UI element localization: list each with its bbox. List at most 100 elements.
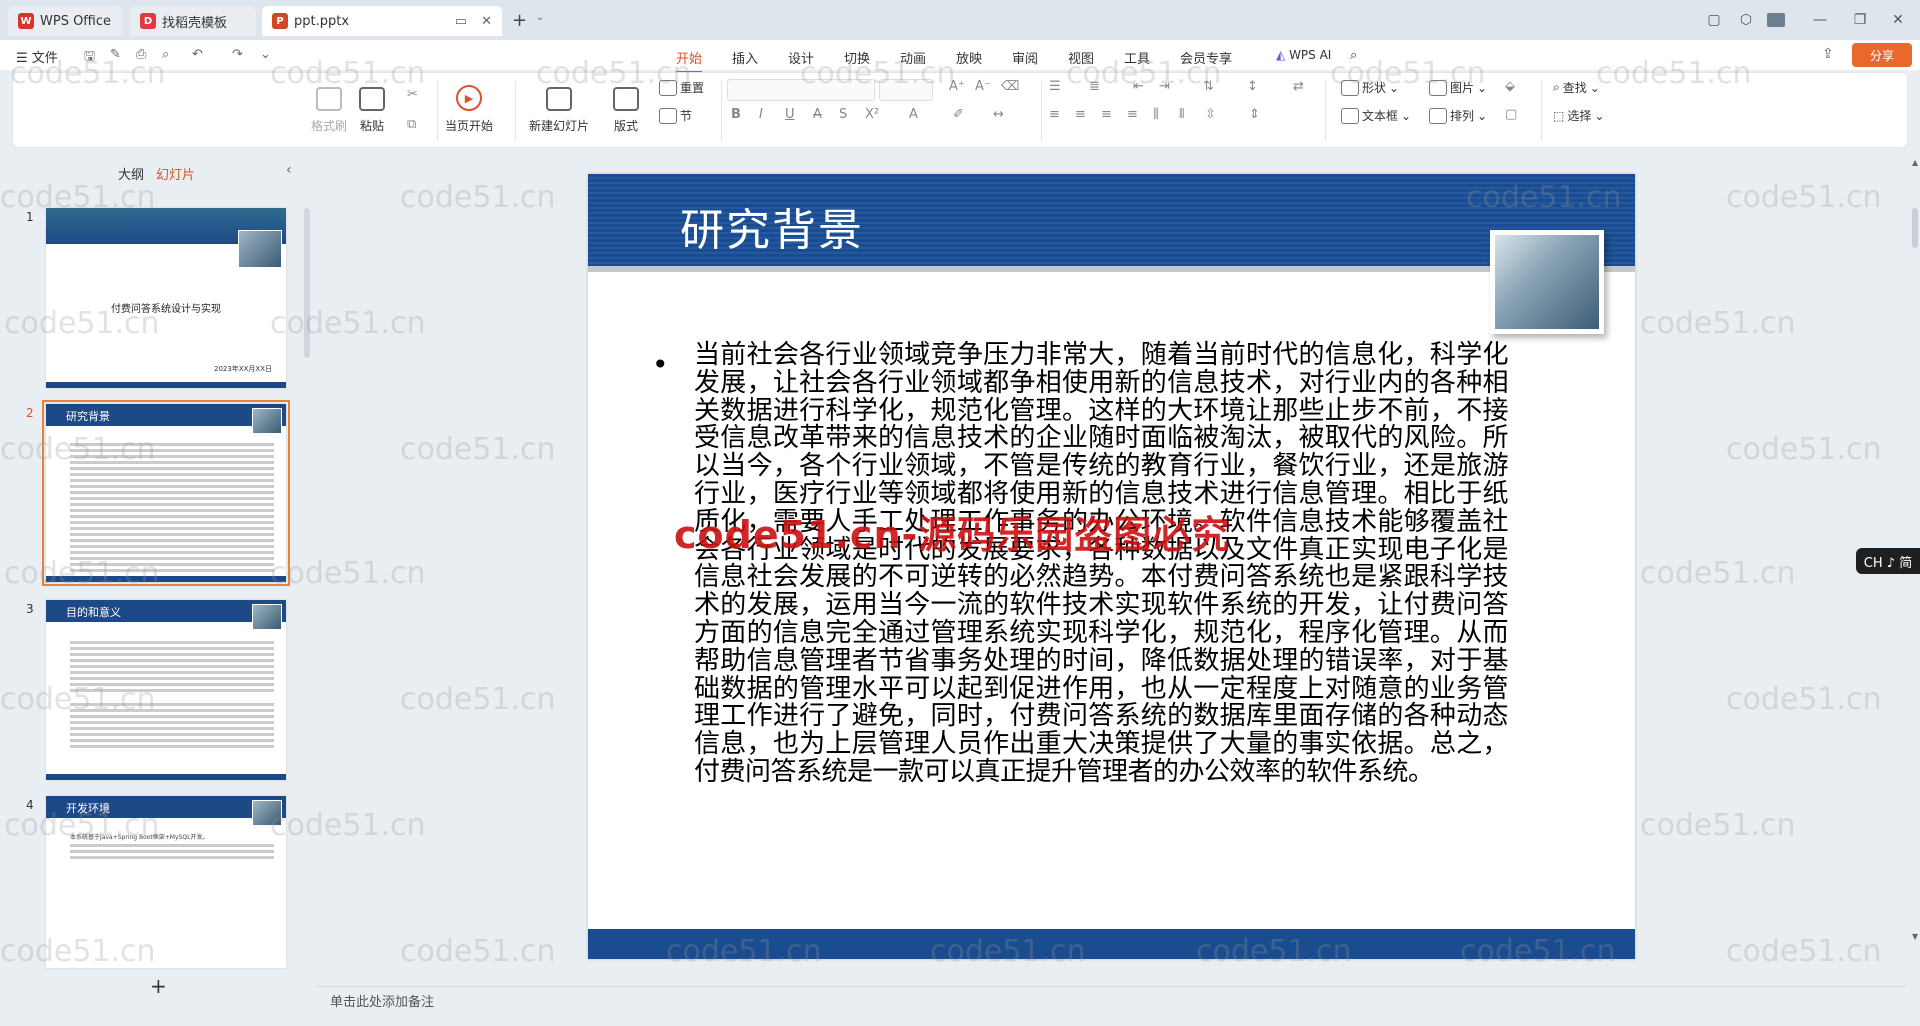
align-right-icon[interactable]: ≡ bbox=[1101, 107, 1112, 122]
align-center-icon[interactable]: ≡ bbox=[1075, 107, 1086, 122]
reset-button[interactable]: 重置 bbox=[659, 79, 704, 96]
menu-tab-view[interactable]: 视图 bbox=[1068, 48, 1094, 67]
decrease-font-icon[interactable]: A⁻ bbox=[975, 79, 991, 94]
layout-icon[interactable]: ▢ bbox=[1700, 8, 1728, 32]
undo-icon[interactable]: ↶ bbox=[192, 47, 203, 62]
menu-tab-slideshow[interactable]: 放映 bbox=[956, 48, 982, 67]
bullets-icon[interactable]: ☰ bbox=[1049, 79, 1061, 94]
slide-body-text[interactable]: 当前社会各行业领域竞争压力非常大，随着当前时代的信息化，科学化发展，让社会各行业… bbox=[694, 341, 1509, 787]
copy-icon[interactable]: ⧉ bbox=[407, 117, 416, 132]
tab-docer-templates[interactable]: D 找稻壳模板 bbox=[130, 6, 256, 36]
convert-icon[interactable]: ⇄ bbox=[1293, 79, 1304, 94]
close-tab-icon[interactable]: ✕ bbox=[481, 14, 492, 29]
distribute-icon[interactable]: ⫼ bbox=[1153, 107, 1159, 122]
tab-ppt-file[interactable]: P ppt.pptx ▭ ✕ bbox=[262, 6, 502, 36]
vertical-scrollbar[interactable]: ▲ ▼ bbox=[1910, 152, 1920, 982]
format-painter-button[interactable]: 格式刷 bbox=[311, 87, 347, 134]
slide-thumbnail-2[interactable]: 研究背景 bbox=[42, 400, 290, 586]
quick-access-chevron-icon[interactable]: ⌄ bbox=[260, 47, 271, 62]
scroll-down-icon[interactable]: ▼ bbox=[1912, 932, 1918, 941]
avatar[interactable] bbox=[1762, 8, 1790, 32]
menu-tab-insert[interactable]: 插入 bbox=[732, 48, 758, 67]
textbox-button[interactable]: 文本框 ⌄ bbox=[1341, 107, 1411, 124]
slide-title[interactable]: 研究背景 bbox=[680, 194, 864, 258]
menu-tab-review[interactable]: 审阅 bbox=[1012, 48, 1038, 67]
panel-scrollbar[interactable] bbox=[304, 208, 310, 358]
handshake-picture[interactable] bbox=[1490, 230, 1604, 334]
line-spacing-icon[interactable]: ↕ bbox=[1247, 79, 1258, 94]
align-left-icon[interactable]: ≡ bbox=[1049, 107, 1060, 122]
wps-ai-button[interactable]: ◭ WPS AI bbox=[1276, 48, 1331, 62]
outline-icon[interactable]: ▢ bbox=[1505, 107, 1517, 122]
font-color-icon[interactable]: A bbox=[909, 107, 918, 122]
menu-tab-animation[interactable]: 动画 bbox=[900, 48, 926, 67]
highlight-icon[interactable]: ✐ bbox=[953, 107, 964, 122]
paste-button[interactable]: 粘贴 bbox=[359, 87, 385, 134]
paragraph-spacing-icon[interactable]: ⇕ bbox=[1249, 107, 1260, 122]
picture-button[interactable]: 图片 ⌄ bbox=[1429, 79, 1487, 96]
scroll-thumb[interactable] bbox=[1912, 208, 1918, 248]
tab-list-chevron-icon[interactable]: ⌄ bbox=[536, 12, 544, 23]
clear-format-icon[interactable]: ⌫ bbox=[1001, 79, 1019, 94]
slide-thumbnail-1[interactable]: 付费问答系统设计与实现 2023年XX月XX日 bbox=[46, 208, 286, 388]
search-icon[interactable]: ⌕ bbox=[1350, 48, 1357, 63]
find-button[interactable]: ⌕ 查找 ⌄ bbox=[1553, 79, 1600, 96]
start-from-current-button[interactable]: ▶ 当页开始 bbox=[445, 85, 493, 134]
cube-icon[interactable]: ⬡ bbox=[1732, 8, 1760, 32]
strikethrough-icon[interactable]: A bbox=[813, 107, 822, 122]
file-menu[interactable]: ☰ 文件 bbox=[16, 47, 58, 66]
arrange-button[interactable]: 排列 ⌄ bbox=[1429, 107, 1487, 124]
collapse-panel-icon[interactable]: ‹ bbox=[286, 162, 292, 178]
slide-canvas[interactable]: 研究背景 • 当前社会各行业领域竞争压力非常大，随着当前时代的信息化，科学化发展… bbox=[588, 174, 1635, 959]
bold-icon[interactable]: B bbox=[731, 107, 741, 122]
section-button[interactable]: 节 bbox=[659, 107, 692, 124]
redo-icon[interactable]: ↷ bbox=[232, 47, 243, 62]
print-preview-icon[interactable]: ⌕ bbox=[162, 47, 169, 62]
font-size-select[interactable] bbox=[879, 79, 933, 101]
superscript-icon[interactable]: X² bbox=[865, 107, 879, 122]
text-direction-icon[interactable]: ⇅ bbox=[1203, 79, 1214, 94]
menu-tab-transitions[interactable]: 切换 bbox=[844, 48, 870, 67]
italic-icon[interactable]: I bbox=[759, 107, 763, 122]
fill-icon[interactable]: ⬙ bbox=[1505, 79, 1515, 94]
underline-icon[interactable]: U bbox=[785, 107, 795, 122]
menu-tab-tools[interactable]: 工具 bbox=[1124, 48, 1150, 67]
save-icon[interactable]: 🖫 bbox=[84, 47, 95, 69]
print-icon[interactable]: ⎙ bbox=[136, 47, 146, 62]
thumb-text-line bbox=[70, 455, 274, 458]
column-icon[interactable]: ⫴ bbox=[1179, 107, 1184, 122]
increase-indent-icon[interactable]: ⇥ bbox=[1159, 79, 1170, 94]
numbering-icon[interactable]: ≣ bbox=[1089, 79, 1100, 94]
scroll-up-icon[interactable]: ▲ bbox=[1912, 158, 1918, 167]
justify-icon[interactable]: ≡ bbox=[1127, 107, 1138, 122]
slide-thumbnail-3[interactable]: 目的和意义 bbox=[46, 600, 286, 780]
layout-button[interactable]: 版式 bbox=[613, 87, 639, 134]
slide-thumbnail-4[interactable]: 开发环境 本系统基于Java+Spring Boot框架+MySQL开发。 bbox=[46, 796, 286, 968]
maximize-icon[interactable]: ❐ bbox=[1846, 8, 1874, 32]
increase-font-icon[interactable]: A⁺ bbox=[949, 79, 965, 94]
cut-icon[interactable]: ✂ bbox=[407, 87, 418, 102]
add-slide-button[interactable]: + bbox=[150, 974, 167, 998]
shadow-icon[interactable]: S bbox=[839, 107, 847, 122]
format-icon[interactable]: ✎ bbox=[110, 47, 121, 62]
shape-button[interactable]: 形状 ⌄ bbox=[1341, 79, 1399, 96]
share-button[interactable]: 分享 bbox=[1852, 43, 1912, 67]
restore-tab-icon[interactable]: ▭ bbox=[455, 14, 467, 29]
select-button[interactable]: ⬚ 选择 ⌄ bbox=[1553, 107, 1604, 124]
new-slide-button[interactable]: 新建幻灯片 bbox=[529, 87, 589, 134]
tab-wps-office[interactable]: W WPS Office bbox=[8, 6, 122, 36]
cloud-sync-icon[interactable]: ⇪ bbox=[1822, 46, 1834, 62]
font-family-select[interactable] bbox=[727, 79, 875, 101]
menu-tab-membership[interactable]: 会员专享 bbox=[1180, 48, 1232, 67]
menu-tab-home[interactable]: 开始 bbox=[676, 48, 703, 73]
minimize-icon[interactable]: — bbox=[1806, 8, 1834, 32]
menu-tab-design[interactable]: 设计 bbox=[788, 48, 814, 67]
close-window-icon[interactable]: ✕ bbox=[1884, 8, 1912, 32]
char-spacing-icon[interactable]: ↔ bbox=[993, 107, 1004, 122]
vertical-align-icon[interactable]: ⇳ bbox=[1205, 107, 1216, 122]
tab-outline[interactable]: 大纲 bbox=[118, 164, 144, 183]
notes-placeholder[interactable]: 单击此处添加备注 bbox=[330, 991, 434, 1010]
decrease-indent-icon[interactable]: ⇤ bbox=[1133, 79, 1144, 94]
tab-slides[interactable]: 幻灯片 bbox=[156, 164, 195, 183]
new-tab-icon[interactable]: + bbox=[512, 10, 527, 31]
